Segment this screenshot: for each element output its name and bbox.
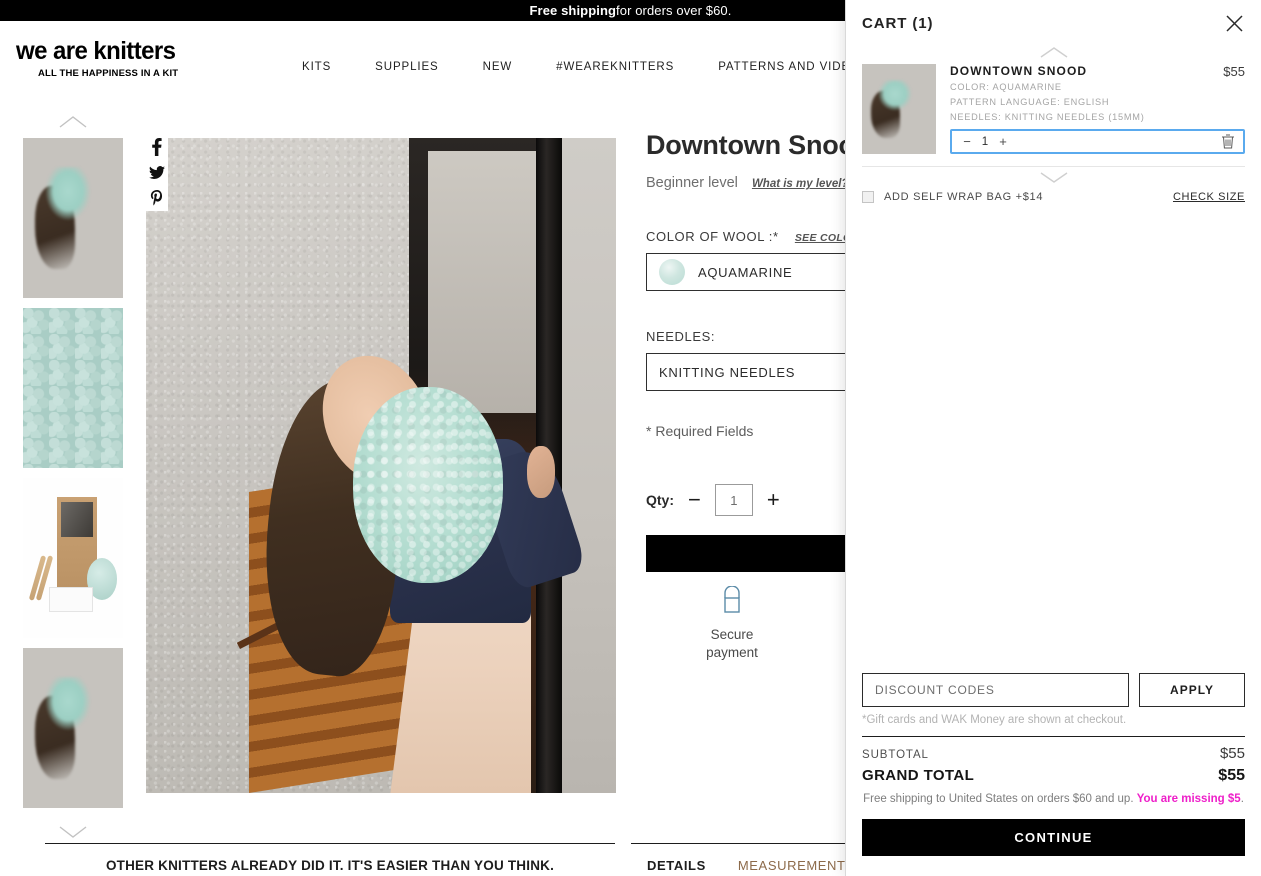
trust-badge-1-line1: Secure xyxy=(710,627,754,642)
thumbnail-1[interactable] xyxy=(23,138,123,298)
quantity-input[interactable]: 1 xyxy=(714,484,753,516)
nav-item-new[interactable]: NEW xyxy=(461,55,535,79)
free-shipping-note-plain: Free shipping to United States on orders… xyxy=(863,793,1137,806)
check-size-link[interactable]: CHECK SIZE xyxy=(1173,191,1245,203)
cart-scroll-down-button[interactable] xyxy=(846,171,1261,189)
cart-item-quantity-increase[interactable]: + xyxy=(996,134,1010,149)
product-level-text: Beginner level xyxy=(646,175,738,191)
tab-details[interactable]: DETAILS xyxy=(631,858,722,873)
cart-item-quantity-decrease[interactable]: − xyxy=(960,134,974,149)
cart-totals: SUBTOTAL $55 GRAND TOTAL $55 xyxy=(862,736,1245,785)
cart-drawer: CART (1) DOWNTOWN SNOOD $55 COLOR: AQUAM… xyxy=(845,0,1261,876)
logo-name: we are knitters xyxy=(16,37,176,65)
subtotal-row: SUBTOTAL $55 xyxy=(862,745,1245,762)
chevron-down-icon xyxy=(59,826,87,838)
promo-bold: Free shipping xyxy=(529,3,617,18)
cart-item-list: DOWNTOWN SNOOD $55 COLOR: AQUAMARINE PAT… xyxy=(846,64,1261,168)
cart-item-attr-color: COLOR: AQUAMARINE xyxy=(950,82,1062,92)
thumbnail-3[interactable] xyxy=(23,478,123,638)
self-wrap-bag-checkbox[interactable]: ADD SELF WRAP BAG +$14 xyxy=(862,191,1044,204)
cart-item-quantity-value[interactable]: 1 xyxy=(974,136,996,148)
free-shipping-note-end: . xyxy=(1240,793,1244,806)
main-navigation: KITS SUPPLIES NEW #WEAREKNITTERS PATTERN… xyxy=(280,55,890,79)
continue-button[interactable]: CONTINUE xyxy=(862,819,1245,856)
trash-icon xyxy=(1222,134,1234,149)
cart-header: CART (1) xyxy=(846,0,1261,46)
site-logo[interactable]: we are knitters ALL THE HAPPINESS IN A K… xyxy=(16,37,206,80)
nav-item-supplies[interactable]: SUPPLIES xyxy=(353,55,460,79)
subtotal-label: SUBTOTAL xyxy=(862,749,929,762)
cart-scroll-up-button[interactable] xyxy=(846,46,1261,64)
trust-badge-1-line2: payment xyxy=(706,645,758,661)
grand-total-row: GRAND TOTAL $55 xyxy=(862,767,1245,785)
cart-item-quantity-stepper: − 1 + xyxy=(950,129,1245,155)
cart-item-thumbnail[interactable] xyxy=(862,64,936,154)
thumbnail-2-image xyxy=(23,308,123,468)
color-swatch-icon xyxy=(659,259,685,285)
free-shipping-note-highlight: You are missing $5 xyxy=(1136,793,1241,806)
logo-tagline: ALL THE HAPPINESS IN A KIT xyxy=(38,68,179,79)
free-shipping-note: Free shipping to United States on orders… xyxy=(862,792,1245,808)
other-knitters-heading: OTHER KNITTERS ALREADY DID IT. IT'S EASI… xyxy=(45,843,615,873)
quantity-increase-button[interactable]: + xyxy=(767,489,780,511)
quantity-decrease-button[interactable]: − xyxy=(688,489,701,511)
cart-item-image xyxy=(862,64,936,154)
chevron-down-icon xyxy=(1040,172,1067,184)
thumbnail-2[interactable] xyxy=(23,308,123,468)
gift-card-note: *Gift cards and WAK Money are shown at c… xyxy=(862,714,1127,727)
quantity-label: Qty: xyxy=(646,492,674,508)
close-icon xyxy=(1225,14,1243,32)
trust-badge-secure-payment: Secure payment xyxy=(646,586,818,662)
cart-title: CART (1) xyxy=(862,14,934,32)
lock-icon xyxy=(724,586,740,613)
cart-item-attr-language: PATTERN LANGUAGE: ENGLISH xyxy=(950,97,1110,108)
discount-code-input[interactable] xyxy=(862,673,1129,708)
discount-row: APPLY xyxy=(862,673,1245,708)
social-share-bar xyxy=(146,133,168,211)
facebook-icon[interactable] xyxy=(151,138,163,159)
cart-close-button[interactable] xyxy=(1223,12,1245,34)
chevron-up-icon xyxy=(59,116,87,128)
cart-item: DOWNTOWN SNOOD $55 COLOR: AQUAMARINE PAT… xyxy=(862,64,1245,168)
twitter-icon[interactable] xyxy=(149,166,165,183)
pinterest-icon[interactable] xyxy=(150,190,164,211)
apply-discount-button[interactable]: APPLY xyxy=(1139,673,1245,708)
thumbnail-column xyxy=(0,108,146,838)
product-main-image[interactable] xyxy=(146,138,616,793)
thumbnail-4[interactable] xyxy=(23,648,123,808)
what-is-my-level-link[interactable]: What is my level? xyxy=(752,178,849,190)
product-page: Free shipping for orders over $60. we ar… xyxy=(0,0,1261,876)
chevron-up-icon xyxy=(1040,47,1067,58)
quantity-stepper: Qty: − 1 + xyxy=(646,484,780,516)
checkbox-icon xyxy=(862,191,874,204)
color-select-value: AQUAMARINE xyxy=(698,264,793,280)
cart-item-price: $55 xyxy=(1223,64,1245,79)
cart-item-body: DOWNTOWN SNOOD $55 COLOR: AQUAMARINE PAT… xyxy=(936,64,1245,155)
thumbnail-3-image xyxy=(23,478,123,638)
cart-footer: APPLY *Gift cards and WAK Money are show… xyxy=(846,673,1261,876)
cart-item-remove-button[interactable] xyxy=(1221,134,1235,149)
cart-item-attr-needles: NEEDLES: KNITTING NEEDLES (15MM) xyxy=(950,112,1145,123)
grand-total-value: $55 xyxy=(1218,767,1245,785)
promo-rest: for orders over $60. xyxy=(616,3,732,18)
nav-item-weareknitters[interactable]: #WEAREKNITTERS xyxy=(534,55,696,79)
needles-select-value: KNITTING NEEDLES xyxy=(659,364,796,380)
thumbnails-next-button[interactable] xyxy=(0,818,146,846)
nav-item-kits[interactable]: KITS xyxy=(280,55,353,79)
cart-item-name[interactable]: DOWNTOWN SNOOD xyxy=(950,64,1245,78)
cart-extras-row: ADD SELF WRAP BAG +$14 CHECK SIZE xyxy=(846,189,1261,204)
thumbnail-1-image xyxy=(23,138,123,298)
color-of-wool-text: COLOR OF WOOL :* xyxy=(646,229,779,244)
grand-total-label: GRAND TOTAL xyxy=(862,767,975,785)
subtotal-value: $55 xyxy=(1219,745,1245,763)
self-wrap-bag-label: ADD SELF WRAP BAG +$14 xyxy=(884,191,1044,204)
thumbnail-4-image xyxy=(23,648,123,808)
thumbnails-prev-button[interactable] xyxy=(0,108,146,136)
